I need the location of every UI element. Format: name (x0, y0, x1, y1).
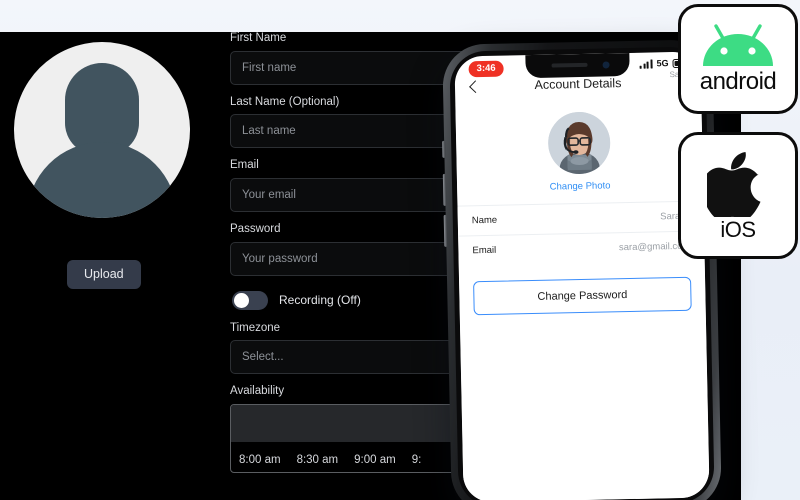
account-rows: Name Sara H Email sara@gmail.com (457, 200, 705, 266)
phone-volume-up-button[interactable] (442, 173, 447, 206)
avatar-column: Upload (0, 32, 222, 500)
cellular-signal-icon (640, 58, 653, 69)
time-slot[interactable]: 8:00 am (239, 454, 281, 466)
android-badge: android (678, 4, 798, 114)
ios-badge: iOS (678, 132, 798, 259)
time-slot[interactable]: 8:30 am (297, 454, 339, 466)
first-name-label: First Name (230, 32, 287, 44)
change-photo-link[interactable]: Change Photo (457, 178, 703, 194)
phone-mute-switch[interactable] (442, 140, 446, 158)
apple-logo-icon (702, 151, 769, 220)
screenshot-stage: Upload First Name First name Last Name (… (0, 0, 800, 500)
recording-timer-badge[interactable]: 3:46 (468, 60, 504, 77)
avatar-body-shape (27, 142, 177, 218)
phone-volume-down-button[interactable] (443, 214, 448, 247)
ios-label: iOS (720, 216, 756, 242)
row-key: Email (472, 244, 497, 257)
upload-button[interactable]: Upload (67, 260, 141, 289)
ios-status-bar: 3:46 5G Save (454, 51, 701, 86)
user-avatar-placeholder-icon (14, 42, 190, 218)
phone-content: Change Photo Name Sara H Email sara@gmai… (455, 99, 710, 500)
recording-toggle-label: Recording (Off) (279, 293, 361, 308)
change-password-button[interactable]: Change Password (473, 276, 692, 316)
time-slot[interactable]: 9:00 am (354, 454, 396, 466)
phone-screen: 3:46 5G Save Account Details (454, 51, 710, 500)
profile-photo-section: Change Photo (455, 99, 703, 194)
row-key: Name (471, 214, 498, 227)
table-row[interactable]: Email sara@gmail.com (458, 230, 705, 266)
android-robot-icon (699, 24, 777, 68)
time-slot[interactable]: 9: (412, 454, 422, 466)
recording-toggle-switch[interactable] (232, 290, 268, 310)
profile-avatar[interactable] (547, 111, 611, 175)
network-type-label: 5G (656, 58, 669, 69)
phone-mockup: 3:46 5G Save Account Details (442, 39, 722, 500)
toggle-knob (234, 292, 249, 308)
android-label: android (699, 68, 777, 95)
